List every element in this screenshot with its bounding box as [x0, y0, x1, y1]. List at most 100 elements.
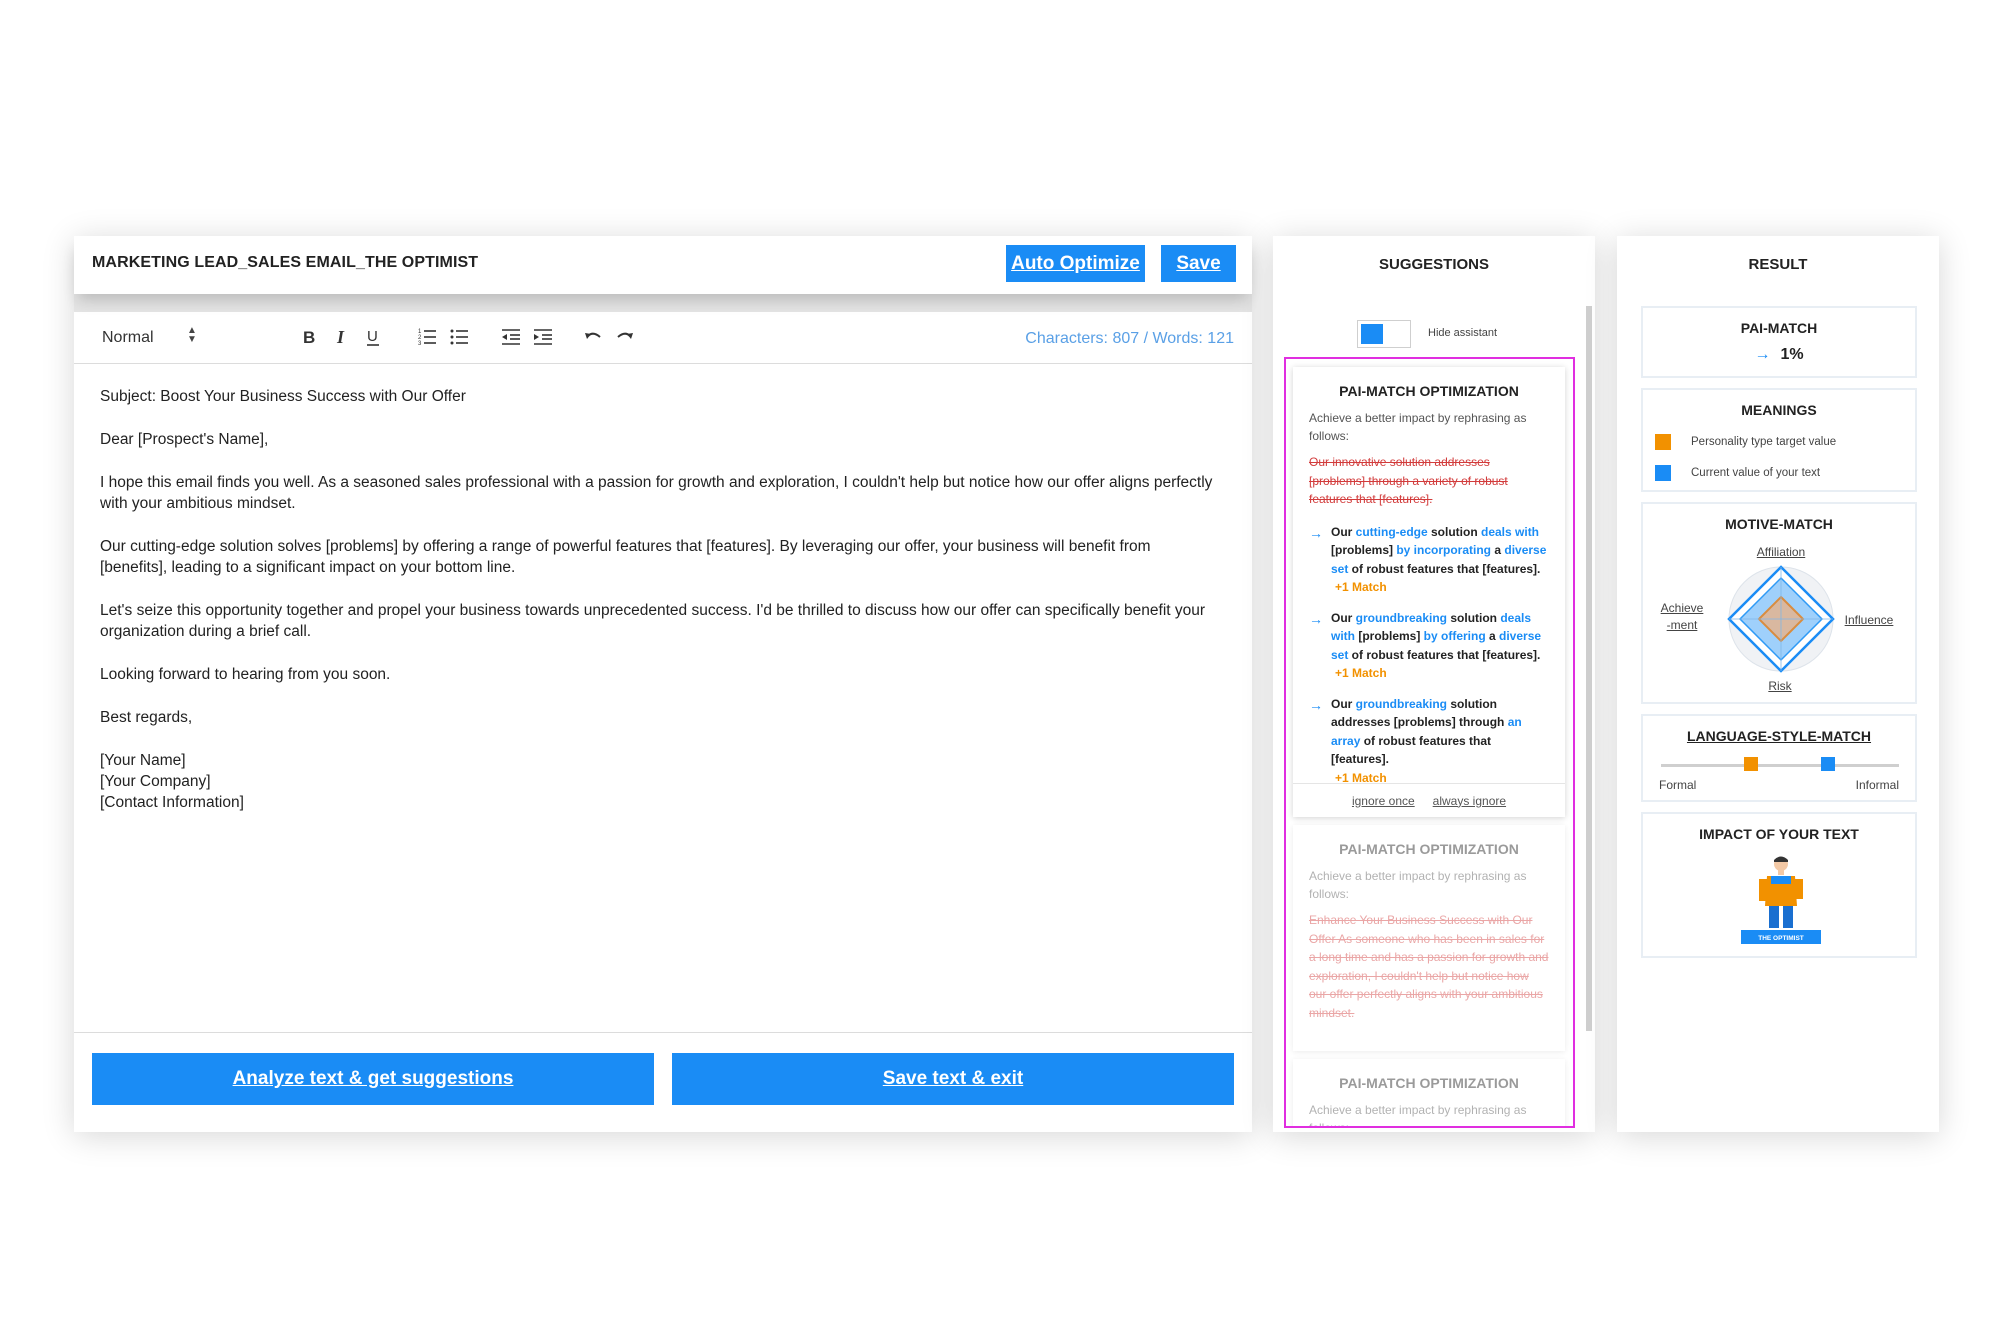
- motive-radar-chart: [1727, 565, 1835, 673]
- email-paragraph: I hope this email finds you well. As a s…: [100, 474, 1213, 512]
- text-segment: solution: [1427, 524, 1481, 539]
- suggestion-card[interactable]: PAI-MATCH OPTIMIZATION Achieve a better …: [1293, 825, 1565, 1051]
- italic-icon[interactable]: I: [330, 326, 352, 348]
- email-text-area[interactable]: Subject: Boost Your Business Success wit…: [100, 386, 1220, 813]
- header-divider: [74, 294, 1252, 312]
- document-title: MARKETING LEAD_SALES EMAIL_THE OPTIMIST: [92, 254, 479, 271]
- email-greeting: Dear [Prospect's Name],: [100, 431, 269, 448]
- impact-box: IMPACT OF YOUR TEXT THE OPTIMIST: [1641, 812, 1917, 958]
- bold-icon[interactable]: B: [298, 326, 320, 348]
- save-button[interactable]: Save: [1161, 245, 1236, 282]
- result-panel: RESULT PAI-MATCH → 1% MEANINGS Personalit…: [1617, 236, 1939, 1132]
- ignore-once-link[interactable]: ignore once: [1352, 794, 1415, 808]
- editor-panel: MARKETING LEAD_SALES EMAIL_THE OPTIMIST …: [74, 236, 1252, 1132]
- axis-influence[interactable]: Influence: [1839, 612, 1899, 629]
- suggestion-option[interactable]: → Our groundbreaking solution deals with…: [1309, 609, 1549, 683]
- blue-swatch-icon: [1655, 465, 1671, 481]
- character-word-count: Characters: 807 / Words: 121: [1025, 330, 1234, 347]
- suggestions-panel: SUGGESTIONS Hide assistant PAI-MATCH OPT…: [1273, 236, 1595, 1132]
- suggestions-scrollbar[interactable]: [1586, 306, 1592, 1031]
- redo-icon[interactable]: [614, 326, 636, 348]
- formatting-toolbar: Normal ▲ ▼ B I U 123 Characters: 807 / Wo…: [74, 312, 1252, 364]
- email-closing: Best regards,: [100, 709, 193, 726]
- suggestion-option[interactable]: → Our groundbreaking solution addresses …: [1309, 695, 1549, 788]
- hide-assistant-toggle[interactable]: [1357, 320, 1411, 348]
- language-style-title[interactable]: LANGUAGE-STYLE-MATCH: [1643, 728, 1915, 744]
- formal-label: Formal: [1659, 778, 1697, 792]
- signature-company: [Your Company]: [100, 773, 211, 790]
- match-badge: +1 Match: [1335, 666, 1387, 680]
- pai-match-title: PAI-MATCH: [1740, 320, 1818, 336]
- editor-header: MARKETING LEAD_SALES EMAIL_THE OPTIMIST …: [74, 236, 1252, 294]
- highlight-segment: groundbreaking: [1355, 610, 1448, 625]
- legend-target: Personality type target value: [1655, 434, 1836, 450]
- optimist-badge-text: THE OPTIMIST: [1758, 935, 1804, 942]
- text-segment: solution: [1447, 610, 1501, 625]
- original-sentence: Our innovative solution addresses [probl…: [1309, 455, 1508, 506]
- original-sentence: Enhance Your Business Success with Our O…: [1309, 913, 1549, 1020]
- axis-achievement-line2: -ment: [1666, 618, 1698, 632]
- axis-risk[interactable]: Risk: [1755, 678, 1805, 695]
- email-paragraph: Let's seize this opportunity together an…: [100, 602, 1206, 640]
- axis-achievement-line1: Achieve: [1660, 601, 1704, 615]
- highlight-segment: by incorporating: [1396, 543, 1492, 557]
- optimist-character-illustration: THE OPTIMIST: [1741, 856, 1821, 944]
- language-style-box: LANGUAGE-STYLE-MATCH Formal Informal: [1641, 714, 1917, 802]
- signature-name: [Your Name]: [100, 752, 186, 769]
- highlight-segment: groundbreaking: [1355, 696, 1448, 711]
- highlight-segment: deals with: [1481, 524, 1540, 539]
- suggestions-list: PAI-MATCH OPTIMIZATION Achieve a better …: [1284, 357, 1575, 1128]
- undo-icon[interactable]: [582, 326, 604, 348]
- email-subject: Subject: Boost Your Business Success wit…: [100, 388, 466, 405]
- meanings-title: MEANINGS: [1741, 402, 1817, 418]
- suggestion-option[interactable]: → Our cutting-edge solution deals with […: [1309, 523, 1549, 597]
- result-title: RESULT: [1748, 256, 1808, 273]
- legend-target-label: Personality type target value: [1691, 436, 1837, 448]
- current-style-marker: [1820, 757, 1835, 771]
- pai-match-value: → 1%: [1643, 346, 1915, 364]
- arrow-right-icon: →: [1309, 610, 1323, 627]
- suggestion-card: PAI-MATCH OPTIMIZATION Achieve a better …: [1293, 367, 1565, 817]
- informal-label: Informal: [1855, 778, 1899, 792]
- axis-achievement[interactable]: Achieve -ment: [1657, 600, 1707, 634]
- orange-swatch-icon: [1655, 434, 1671, 450]
- match-badge: +1 Match: [1335, 580, 1387, 594]
- text-segment: Our: [1331, 524, 1356, 539]
- email-paragraph: Looking forward to hearing from you soon…: [100, 666, 391, 683]
- legend-current-label: Current value of your text: [1691, 467, 1821, 479]
- hide-assistant-label: Hide assistant: [1428, 327, 1498, 339]
- suggestion-card[interactable]: PAI-MATCH OPTIMIZATION Achieve a better …: [1293, 1059, 1565, 1126]
- format-select-arrows-icon[interactable]: ▲ ▼: [187, 326, 197, 345]
- save-exit-button[interactable]: Save text & exit: [672, 1053, 1234, 1105]
- motive-match-title: MOTIVE-MATCH: [1725, 516, 1833, 532]
- impact-title: IMPACT OF YOUR TEXT: [1699, 826, 1859, 842]
- ordered-list-icon[interactable]: 123: [416, 326, 438, 348]
- signature-contact: [Contact Information]: [100, 794, 244, 811]
- card-intro: Achieve a better impact by rephrasing as…: [1309, 869, 1527, 901]
- text-segment: [problems]: [1355, 629, 1424, 643]
- text-segment: [problems]: [1331, 543, 1397, 557]
- svg-text:3: 3: [418, 341, 422, 347]
- meanings-box: MEANINGS Personality type target value C…: [1641, 388, 1917, 492]
- format-select[interactable]: Normal: [102, 329, 154, 347]
- highlight-segment: cutting-edge: [1355, 524, 1428, 539]
- bullet-list-icon[interactable]: [448, 326, 470, 348]
- toggle-knob: [1361, 324, 1383, 344]
- analyze-button[interactable]: Analyze text & get suggestions: [92, 1053, 654, 1105]
- underline-icon[interactable]: U: [362, 326, 384, 348]
- card-title: PAI-MATCH OPTIMIZATION: [1339, 1075, 1519, 1091]
- card-intro: Achieve a better impact by rephrasing as…: [1309, 411, 1527, 443]
- svg-text:I: I: [336, 327, 345, 347]
- indent-icon[interactable]: [532, 326, 554, 348]
- text-segment: Our: [1331, 610, 1356, 625]
- highlight-segment: by offering: [1423, 629, 1486, 643]
- outdent-icon[interactable]: [500, 326, 522, 348]
- always-ignore-link[interactable]: always ignore: [1433, 794, 1506, 808]
- motive-match-box: MOTIVE-MATCH Affiliation Influence Risk …: [1641, 502, 1917, 704]
- legend-current: Current value of your text: [1655, 465, 1820, 481]
- text-segment: a: [1491, 543, 1505, 557]
- axis-affiliation[interactable]: Affiliation: [1751, 544, 1811, 561]
- auto-optimize-button[interactable]: Auto Optimize: [1006, 245, 1145, 282]
- suggestions-title: SUGGESTIONS: [1378, 256, 1490, 273]
- card-title: PAI-MATCH OPTIMIZATION: [1339, 383, 1519, 399]
